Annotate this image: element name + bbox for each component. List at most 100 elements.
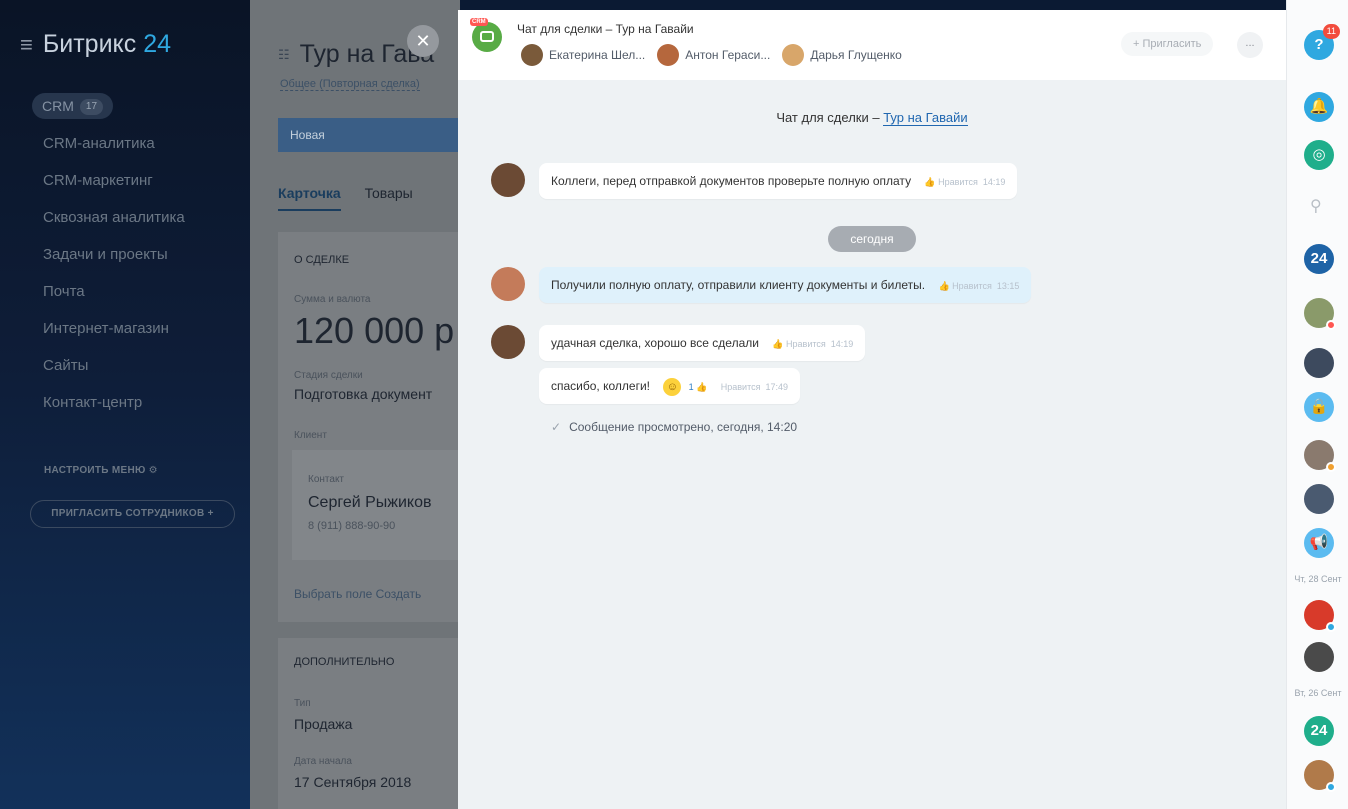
avatar[interactable]	[1304, 600, 1336, 632]
like-button[interactable]: 👍 Нравится	[772, 339, 825, 349]
notification-badge: 11	[1322, 24, 1340, 39]
help-icon[interactable]: ? 11	[1304, 24, 1340, 60]
contact-phone[interactable]: 8 (911) 888-90-90	[308, 520, 395, 532]
sidebar-item-contact-center[interactable]: Контакт-центр	[0, 384, 250, 421]
b24-label: 24	[1310, 722, 1328, 739]
avatar	[657, 44, 680, 66]
like-button[interactable]: Нравится	[721, 382, 761, 392]
sidebar-item-crm-analytics[interactable]: CRM-аналитика	[0, 125, 250, 162]
like-label: Нравится	[786, 339, 826, 349]
logo[interactable]: ≡ Битрикс 24	[20, 30, 171, 59]
more-icon[interactable]: ...	[1237, 32, 1263, 58]
deal-category-link[interactable]: Общее (Повторная сделка)	[280, 78, 420, 91]
avatar[interactable]	[491, 325, 525, 359]
tab-card[interactable]: Карточка	[278, 185, 341, 211]
avatar[interactable]	[491, 163, 525, 197]
message[interactable]: спасибо, коллеги! ☺ 1 👍 Нравится 17:49	[539, 368, 801, 404]
sidebar-item-crm[interactable]: CRM 17	[0, 88, 250, 125]
configure-menu-link[interactable]: НАСТРОИТЬ МЕНЮ ⚙	[44, 465, 158, 476]
message-time: 14:19	[982, 177, 1006, 187]
avatar[interactable]	[1304, 760, 1336, 792]
message-time: 14:19	[830, 339, 854, 349]
avatar[interactable]	[1304, 440, 1336, 472]
amount-label: Сумма и валюта	[294, 294, 371, 305]
message[interactable]: Получили полную оплату, отправили клиент…	[539, 267, 1032, 303]
message-time: 17:49	[765, 382, 789, 392]
message-meta: Нравится 17:49	[721, 382, 788, 392]
avatar[interactable]	[1304, 484, 1334, 514]
date-label: Вт, 26 Сент	[1294, 688, 1342, 698]
like-label: Нравится	[952, 281, 992, 291]
message-text: спасибо, коллеги!	[551, 379, 650, 393]
message-meta: 👍 Нравится 14:19	[772, 339, 853, 349]
message-meta: 👍 Нравится 13:15	[938, 281, 1019, 291]
sidebar-item-end-to-end-analytics[interactable]: Сквозная аналитика	[0, 199, 250, 236]
sidebar-item-crm-marketing[interactable]: CRM-маркетинг	[0, 162, 250, 199]
sidebar-item-label: CRM	[42, 98, 74, 114]
sidebar-item-sites[interactable]: Сайты	[0, 347, 250, 384]
bell-icon[interactable]: 🔔	[1304, 92, 1334, 122]
avatar[interactable]	[1304, 642, 1334, 672]
amount-value[interactable]: 120 000 р	[294, 310, 454, 352]
date-separator: сегодня	[828, 226, 916, 252]
b24-chat-icon[interactable]: 24	[1304, 244, 1334, 274]
avatar[interactable]	[491, 267, 525, 301]
crm-tag: CRM	[470, 18, 488, 26]
megaphone-icon[interactable]: 📢	[1304, 528, 1334, 558]
contact-label: Контакт	[308, 474, 345, 485]
date-value[interactable]: 17 Сентября 2018	[294, 774, 411, 790]
close-icon[interactable]: ✕	[407, 25, 439, 57]
stage-value[interactable]: Подготовка документ	[294, 386, 432, 402]
b24-chat-icon[interactable]: 24	[1304, 716, 1334, 746]
avatar[interactable]	[1304, 298, 1336, 330]
read-status: ✓ Сообщение просмотрено, сегодня, 14:20	[551, 420, 797, 434]
invite-employees-button[interactable]: ПРИГЛАСИТЬ СОТРУДНИКОВ +	[30, 500, 235, 528]
reaction-count[interactable]: 1 👍	[689, 382, 708, 392]
member[interactable]: Екатерина Шел...	[521, 44, 645, 66]
menu-icon[interactable]: ≡	[20, 32, 33, 58]
avatar	[521, 44, 543, 66]
chat-messages[interactable]: Чат для сделки – Тур на Гавайи Коллеги, …	[458, 80, 1286, 809]
open-lines-icon[interactable]: ◎	[1304, 140, 1334, 170]
client-block: Контакт Сергей Рыжиков 8 (911) 888-90-90	[292, 450, 460, 560]
logo-text: Битрикс	[42, 30, 137, 58]
member[interactable]: Дарья Глущенко	[782, 44, 902, 66]
field-links[interactable]: Выбрать поле Создать	[294, 587, 421, 601]
like-button[interactable]: 👍 Нравится	[924, 177, 977, 187]
tab-products[interactable]: Товары	[365, 185, 413, 201]
message[interactable]: удачная сделка, хорошо все сделали 👍 Нра…	[539, 325, 866, 361]
search-icon[interactable]: ⚲	[1310, 196, 1322, 216]
contact-name[interactable]: Сергей Рыжиков	[308, 494, 432, 512]
deal-link[interactable]: Тур на Гавайи	[883, 110, 968, 126]
type-label: Тип	[294, 698, 311, 709]
deal-card: ☷ Тур на Гава Общее (Повторная сделка) Н…	[250, 0, 460, 809]
intro-text: Чат для сделки –	[776, 110, 884, 125]
sidebar-item-eshop[interactable]: Интернет-магазин	[0, 310, 250, 347]
date-label: Чт, 28 Сент	[1294, 574, 1342, 584]
chat-intro: Чат для сделки – Тур на Гавайи	[458, 110, 1286, 126]
reaction-count-value: 1	[688, 382, 694, 392]
sidebar-item-tasks[interactable]: Задачи и проекты	[0, 236, 250, 273]
section-header: ДОПОЛНИТЕЛЬНО	[294, 656, 395, 668]
check-icon: ✓	[551, 420, 562, 434]
like-button[interactable]: 👍 Нравится	[938, 281, 991, 291]
smile-emoji-icon: ☺	[663, 377, 682, 396]
deal-stage-bar[interactable]: Новая	[278, 118, 460, 152]
counter-badge: 17	[79, 99, 104, 116]
member[interactable]: Антон Гераси...	[657, 44, 770, 66]
avatar[interactable]	[1304, 348, 1334, 378]
b24-label: 24	[1310, 250, 1328, 267]
logo-num: 24	[143, 30, 172, 58]
lock-icon[interactable]: 🔒	[1304, 392, 1334, 422]
date-label: Дата начала	[294, 756, 352, 767]
member-name: Екатерина Шел...	[549, 48, 646, 62]
additional-section: ДОПОЛНИТЕЛЬНО Тип Продажа Дата начала 17…	[278, 638, 460, 809]
like-label: Нравится	[720, 382, 761, 392]
stage-label: Стадия сделки	[294, 370, 363, 381]
sidebar-item-mail[interactable]: Почта	[0, 273, 250, 310]
message[interactable]: Коллеги, перед отправкой документов пров…	[539, 163, 1018, 199]
type-value[interactable]: Продажа	[294, 716, 352, 732]
invite-button[interactable]: + Пригласить	[1121, 32, 1214, 56]
deal-tabs: Карточка Товары	[278, 185, 413, 211]
like-label: Нравится	[938, 177, 978, 187]
